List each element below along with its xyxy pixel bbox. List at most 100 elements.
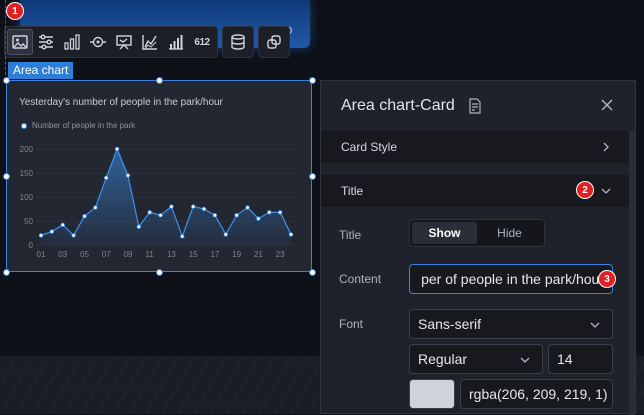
- data-point: [169, 204, 174, 209]
- radar-icon: [90, 36, 106, 48]
- data-point: [82, 213, 87, 219]
- bar-chart-tool-button[interactable]: [59, 29, 85, 55]
- data-point: [245, 205, 250, 210]
- database-icon: [231, 34, 245, 50]
- number-tool-button[interactable]: 612: [189, 29, 215, 55]
- resize-handle-left[interactable]: [3, 173, 10, 180]
- data-point: [114, 146, 120, 152]
- area-chart-tool-button[interactable]: [137, 29, 163, 55]
- resize-handle-bottom-right[interactable]: [309, 269, 316, 276]
- link-tool-button[interactable]: [261, 29, 287, 55]
- data-point: [60, 222, 65, 228]
- resize-handle-bottom[interactable]: [156, 269, 163, 276]
- resize-handle-top-left[interactable]: [3, 77, 10, 84]
- x-tick-label: 05: [80, 250, 89, 259]
- close-icon[interactable]: [599, 97, 615, 113]
- x-tick-label: 01: [37, 250, 46, 259]
- image-icon: [12, 35, 28, 49]
- link-icon: [267, 35, 281, 49]
- font-color-value: rgba(206, 209, 219, 1): [469, 386, 608, 402]
- bar-chart-icon: [64, 34, 80, 50]
- x-tick-label: 11: [146, 250, 155, 259]
- resize-handle-top[interactable]: [156, 77, 163, 84]
- data-point: [38, 233, 44, 238]
- database-tool-button[interactable]: [225, 29, 251, 55]
- panel-header: Area chart-Card: [321, 81, 635, 131]
- sliders-icon: [39, 34, 53, 50]
- data-point: [256, 216, 261, 221]
- font-family-value: Sans-serif: [418, 316, 482, 332]
- x-tick-label: 21: [254, 250, 263, 259]
- show-button[interactable]: Show: [412, 222, 477, 244]
- title-visibility-toggle: Show Hide: [409, 219, 545, 247]
- area-chart-plot: 0 50 100 150 200 01 03 05 07 09 11 13 15 17 19 21 23: [20, 145, 295, 259]
- data-point: [223, 232, 228, 237]
- data-point: [180, 234, 185, 239]
- data-point: [125, 173, 131, 178]
- x-tick-label: 19: [232, 250, 241, 259]
- toolbar-group-charts: 612: [4, 26, 218, 58]
- selected-widget-label: Area chart: [8, 62, 74, 79]
- x-tick-label: 13: [167, 250, 176, 259]
- radar-tool-button[interactable]: [85, 29, 111, 55]
- resize-handle-right[interactable]: [309, 173, 316, 180]
- font-size-input[interactable]: 14: [548, 344, 613, 374]
- section-card-style-label: Card Style: [341, 140, 398, 154]
- y-tick-label: 100: [20, 193, 34, 202]
- content-field-label: Content: [339, 272, 382, 286]
- column-chart-tool-button[interactable]: [163, 29, 189, 55]
- font-weight-select[interactable]: Regular: [409, 344, 543, 374]
- document-icon[interactable]: [467, 98, 483, 114]
- section-title-label: Title: [341, 184, 364, 198]
- data-point: [288, 232, 294, 237]
- component-toolbar: 612: [4, 26, 290, 58]
- toolbar-group-link: [258, 26, 290, 58]
- chevron-right-icon: [603, 142, 609, 152]
- area-chart-icon: [142, 35, 157, 50]
- chevron-down-icon: [590, 322, 600, 328]
- y-tick-label: 50: [24, 217, 33, 226]
- data-point: [93, 205, 98, 210]
- font-weight-value: Regular: [418, 351, 468, 367]
- font-family-select[interactable]: Sans-serif: [409, 309, 613, 339]
- chevron-down-icon: [520, 357, 530, 363]
- content-input[interactable]: per of people in the park/hour: [409, 264, 613, 294]
- panel-scrollbar[interactable]: [629, 131, 635, 415]
- y-tick-label: 0: [29, 241, 34, 250]
- section-card-style[interactable]: Card Style: [321, 131, 635, 163]
- data-point: [136, 224, 142, 229]
- column-chart-icon: [169, 35, 183, 50]
- image-tool-button[interactable]: [7, 29, 33, 55]
- presentation-tool-button[interactable]: [111, 29, 137, 55]
- callout-marker-2: 2: [577, 182, 593, 198]
- data-point: [267, 210, 272, 215]
- x-tick-label: 15: [189, 250, 198, 259]
- x-tick-label: 23: [276, 250, 285, 259]
- area-chart-widget[interactable]: Yesterday's number of people in the park…: [6, 80, 312, 272]
- data-point: [234, 213, 239, 218]
- number-icon: 612: [194, 36, 210, 48]
- font-color-swatch[interactable]: [409, 379, 455, 409]
- data-point: [201, 206, 207, 212]
- resize-handle-top-right[interactable]: [309, 77, 316, 84]
- x-tick-label: 09: [124, 250, 133, 259]
- data-point: [158, 213, 163, 218]
- font-size-value: 14: [557, 351, 573, 367]
- data-point: [147, 210, 152, 215]
- alignment-guide: [5, 0, 6, 80]
- callout-marker-3: 3: [599, 271, 615, 287]
- content-input-value: per of people in the park/hour: [421, 271, 604, 287]
- callout-marker-1: 1: [7, 3, 23, 19]
- sliders-tool-button[interactable]: [33, 29, 59, 55]
- data-point: [212, 213, 218, 218]
- data-point: [277, 210, 283, 215]
- data-point: [71, 233, 76, 238]
- hide-button[interactable]: Hide: [477, 222, 542, 244]
- title-field-label: Title: [339, 228, 362, 242]
- resize-handle-bottom-left[interactable]: [3, 269, 10, 276]
- toolbar-group-data: [222, 26, 254, 58]
- font-color-input[interactable]: rgba(206, 209, 219, 1): [460, 379, 613, 409]
- font-field-label: Font: [339, 317, 364, 331]
- panel-title: Area chart-Card: [341, 97, 455, 114]
